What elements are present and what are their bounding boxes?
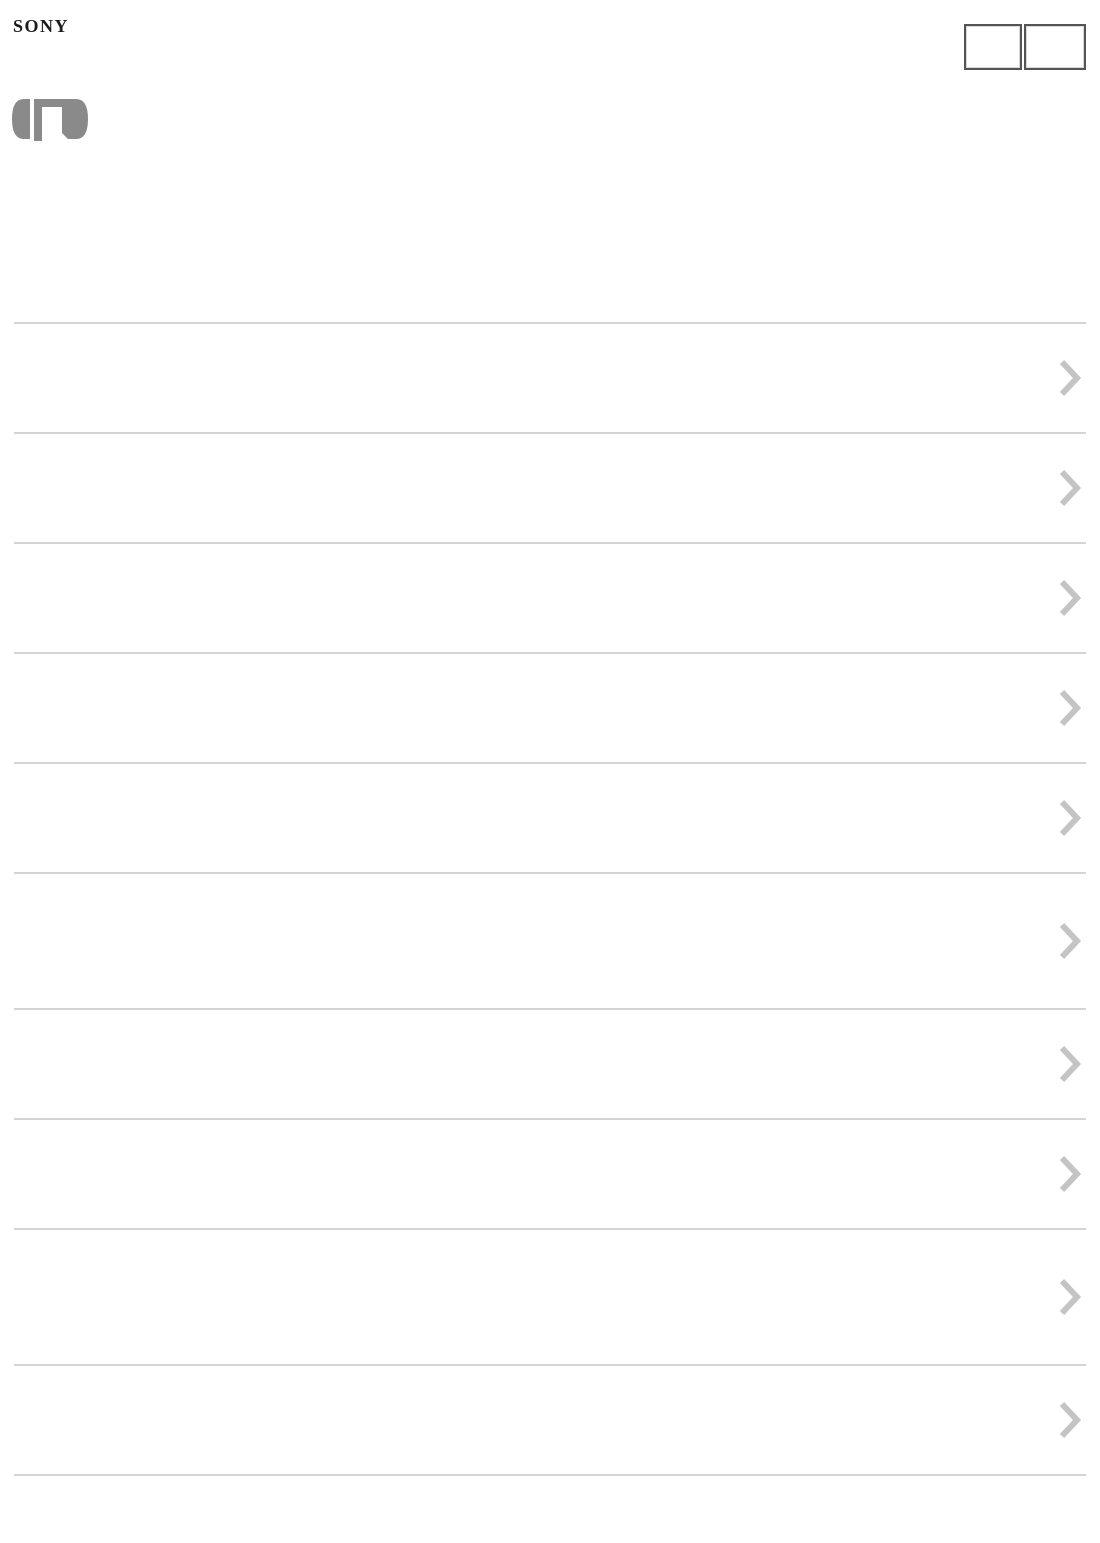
chevron-right-icon [1059,799,1082,837]
chevron-right-icon [1059,1401,1082,1439]
category-list [14,322,1086,1476]
list-item[interactable] [14,1366,1086,1476]
chevron-right-icon [1059,469,1082,507]
list-item[interactable] [14,1120,1086,1230]
list-item[interactable] [14,324,1086,434]
list-item[interactable] [14,874,1086,1010]
chevron-right-icon [1059,1155,1082,1193]
sony-logo: SONY [13,16,70,36]
header-buttons [964,24,1086,70]
list-item[interactable] [14,764,1086,874]
header-button-1[interactable] [964,24,1022,70]
list-item[interactable] [14,1230,1086,1366]
chevron-right-icon [1059,1278,1082,1316]
header-button-2[interactable] [1024,24,1086,70]
chevron-right-icon [1059,689,1082,727]
camera-bracket-icon [12,97,88,141]
chevron-right-icon [1059,922,1082,960]
chevron-right-icon [1059,579,1082,617]
list-item[interactable] [14,544,1086,654]
chevron-right-icon [1059,359,1082,397]
list-item[interactable] [14,654,1086,764]
list-item[interactable] [14,434,1086,544]
list-item[interactable] [14,1010,1086,1120]
chevron-right-icon [1059,1045,1082,1083]
